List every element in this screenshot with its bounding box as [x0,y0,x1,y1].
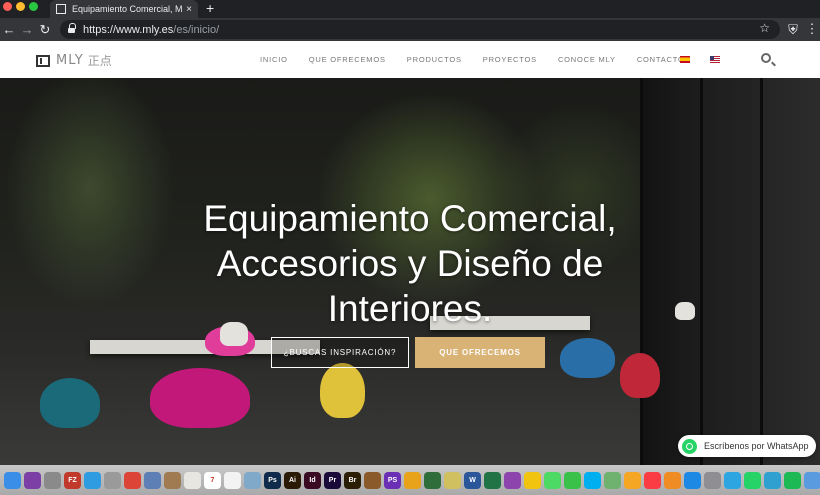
textedit-icon[interactable] [224,471,241,489]
whatsapp-icon [682,438,697,454]
photos-app-icon[interactable] [624,471,641,489]
minimize-window-button[interactable] [16,2,25,11]
tab-title: Equipamiento Comercial, Mobili [72,4,183,14]
que-ofrecemos-button[interactable]: QUE OFRECEMOS [415,337,545,368]
menu-item-que-ofrecemos[interactable]: QUE OFRECEMOS [309,55,386,64]
hero-chair-blue [560,338,615,378]
app-icon-3[interactable] [504,471,521,489]
lock-icon [68,22,76,34]
extension-icon[interactable]: ⛨ [784,22,802,38]
messages-icon[interactable] [544,471,561,489]
app-icon-4[interactable] [524,471,541,489]
sketch-icon[interactable] [404,471,421,489]
mly-favicon-icon [56,4,66,14]
hero-chair-teal [40,378,100,428]
music-icon[interactable] [644,471,661,489]
hero-glass-frame [760,78,763,465]
tools-icon[interactable] [104,471,121,489]
photos-icon[interactable] [144,471,161,489]
browser-tabstrip: Equipamiento Comercial, Mobili × + [0,0,820,18]
menu-item-inicio[interactable]: INICIO [260,55,288,64]
app-icon[interactable] [424,471,441,489]
bridge-icon[interactable]: Br [344,471,361,489]
main-menu: INICIO QUE OFRECEMOS PRODUCTOS PROYECTOS… [260,55,706,64]
books-icon[interactable] [664,471,681,489]
safari-icon[interactable] [84,471,101,489]
new-tab-button[interactable]: + [206,0,214,16]
browser-tab[interactable]: Equipamiento Comercial, Mobili × [50,0,198,18]
menu-item-proyectos[interactable]: PROYECTOS [483,55,537,64]
preview-icon[interactable] [244,471,261,489]
finder-icon[interactable] [4,471,21,489]
downloads-icon[interactable] [804,471,820,489]
notes-icon[interactable] [184,471,201,489]
siri-icon[interactable] [24,471,41,489]
menu-dots-icon[interactable]: ⋮ [803,21,820,37]
address-bar[interactable]: https://www.mly.es /es/inicio/ ☆ [60,20,780,39]
bookmark-star-icon[interactable]: ☆ [759,21,770,35]
url-path: /es/inicio/ [173,23,220,36]
premiere-icon[interactable]: Pr [324,471,341,489]
calendar-icon[interactable]: 7 [204,471,221,489]
url-host: https://www.mly.es [83,23,174,36]
app-icon-2[interactable] [444,471,461,489]
hero-title-line: Accesorios y Diseño de [216,243,604,284]
menu-item-contacto[interactable]: CONTACTO [637,55,685,64]
word-icon[interactable]: W [464,471,481,489]
spanish-flag-icon[interactable] [680,56,690,63]
maps-icon[interactable] [604,471,621,489]
menu-item-conoce-mly[interactable]: CONOCE MLY [558,55,616,64]
close-window-button[interactable] [3,2,12,11]
vectorize-icon[interactable] [364,471,381,489]
hero-vase [675,302,695,320]
whatsapp-dock-icon[interactable] [744,471,761,489]
maximize-window-button[interactable] [29,2,38,11]
hero-chair-red [620,353,660,398]
hero-glass-frame [700,78,703,465]
indesign-icon[interactable]: Id [304,471,321,489]
hero-title: Equipamiento Comercial, Accesorios y Dis… [150,196,670,331]
mly-logo[interactable]: MLY 正点 [36,52,112,69]
filezilla-icon[interactable]: FZ [64,471,81,489]
settings-icon[interactable] [704,471,721,489]
logo-text: MLY [56,53,84,68]
english-flag-icon[interactable] [710,56,720,63]
hero-chair-yellow [320,363,365,418]
browser-toolbar: ← → ↻ https://www.mly.es /es/inicio/ ☆ ⛨… [0,18,820,41]
search-icon[interactable] [761,53,771,63]
back-arrow-icon[interactable]: ← [0,22,18,37]
app-icon-5[interactable] [764,471,781,489]
reload-icon[interactable]: ↻ [36,22,54,38]
facetime-icon[interactable] [564,471,581,489]
appstore-icon[interactable] [684,471,701,489]
phpstorm-icon[interactable]: PS [384,471,401,489]
whatsapp-label: Escríbenos por WhatsApp [704,441,809,451]
launchpad-icon[interactable] [44,471,61,489]
mly-logo-mark-icon [36,54,50,67]
chrome-icon[interactable] [124,471,141,489]
spotify-icon[interactable] [784,471,801,489]
logo-chinese-text: 正点 [87,54,112,68]
hero-title-line: Equipamiento Comercial, [203,198,617,239]
forward-arrow-icon[interactable]: → [18,22,36,37]
tab-close-icon[interactable]: × [186,4,192,15]
inspiration-button[interactable]: ¿BUSCAS INSPIRACIÓN? [271,337,409,368]
whatsapp-chat-button[interactable]: Escríbenos por WhatsApp [678,435,816,457]
excel-icon[interactable] [484,471,501,489]
hero-title-line: Interiores. [327,288,493,329]
telegram-icon[interactable] [724,471,741,489]
macos-dock: FZ 7 Ps Ai Id Pr Br PS W [0,465,820,495]
hero-chair-magenta [150,368,250,428]
contacts-icon[interactable] [164,471,181,489]
illustrator-icon[interactable]: Ai [284,471,301,489]
site-header: MLY 正点 INICIO QUE OFRECEMOS PRODUCTOS PR… [0,41,820,78]
hero-section: Equipamiento Comercial, Accesorios y Dis… [0,78,820,465]
skype-icon[interactable] [584,471,601,489]
menu-item-productos[interactable]: PRODUCTOS [407,55,462,64]
photoshop-icon[interactable]: Ps [264,471,281,489]
